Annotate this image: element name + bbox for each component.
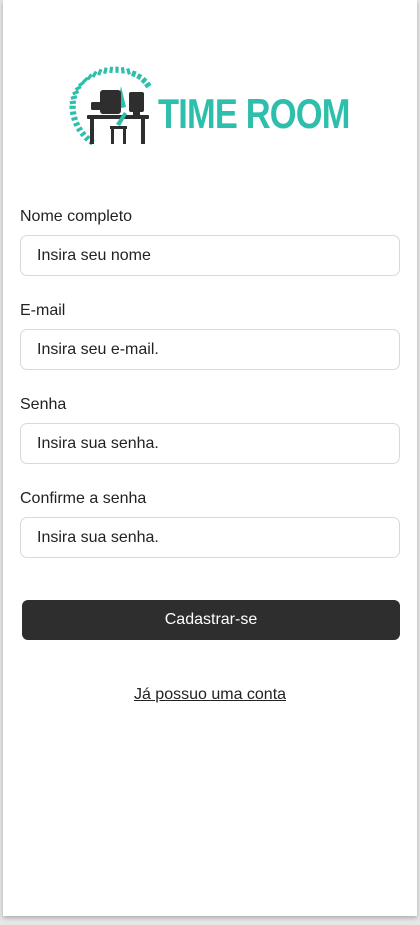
- password-label: Senha: [20, 396, 67, 413]
- signup-button[interactable]: Cadastrar-se: [22, 600, 400, 640]
- full-name-label: Nome completo: [20, 208, 133, 225]
- logo-text: TIME ROOM: [158, 90, 350, 137]
- desk-clock-logo-icon: [69, 66, 152, 146]
- time-room-logo: TIME ROOM: [63, 64, 350, 156]
- full-name-input[interactable]: [20, 235, 400, 276]
- confirm-password-input[interactable]: [20, 517, 400, 558]
- email-field: E-mail: [20, 301, 400, 370]
- login-link[interactable]: Já possuo uma conta: [3, 686, 417, 704]
- full-name-field: Nome completo: [20, 207, 400, 276]
- password-field: Senha: [20, 395, 400, 464]
- email-label: E-mail: [20, 302, 66, 319]
- signup-screen: TIME ROOM Nome completo E-mail Senha Con…: [3, 0, 417, 916]
- email-input[interactable]: [20, 329, 400, 370]
- confirm-password-field: Confirme a senha: [20, 489, 400, 558]
- confirm-password-label: Confirme a senha: [20, 490, 147, 507]
- password-input[interactable]: [20, 423, 400, 464]
